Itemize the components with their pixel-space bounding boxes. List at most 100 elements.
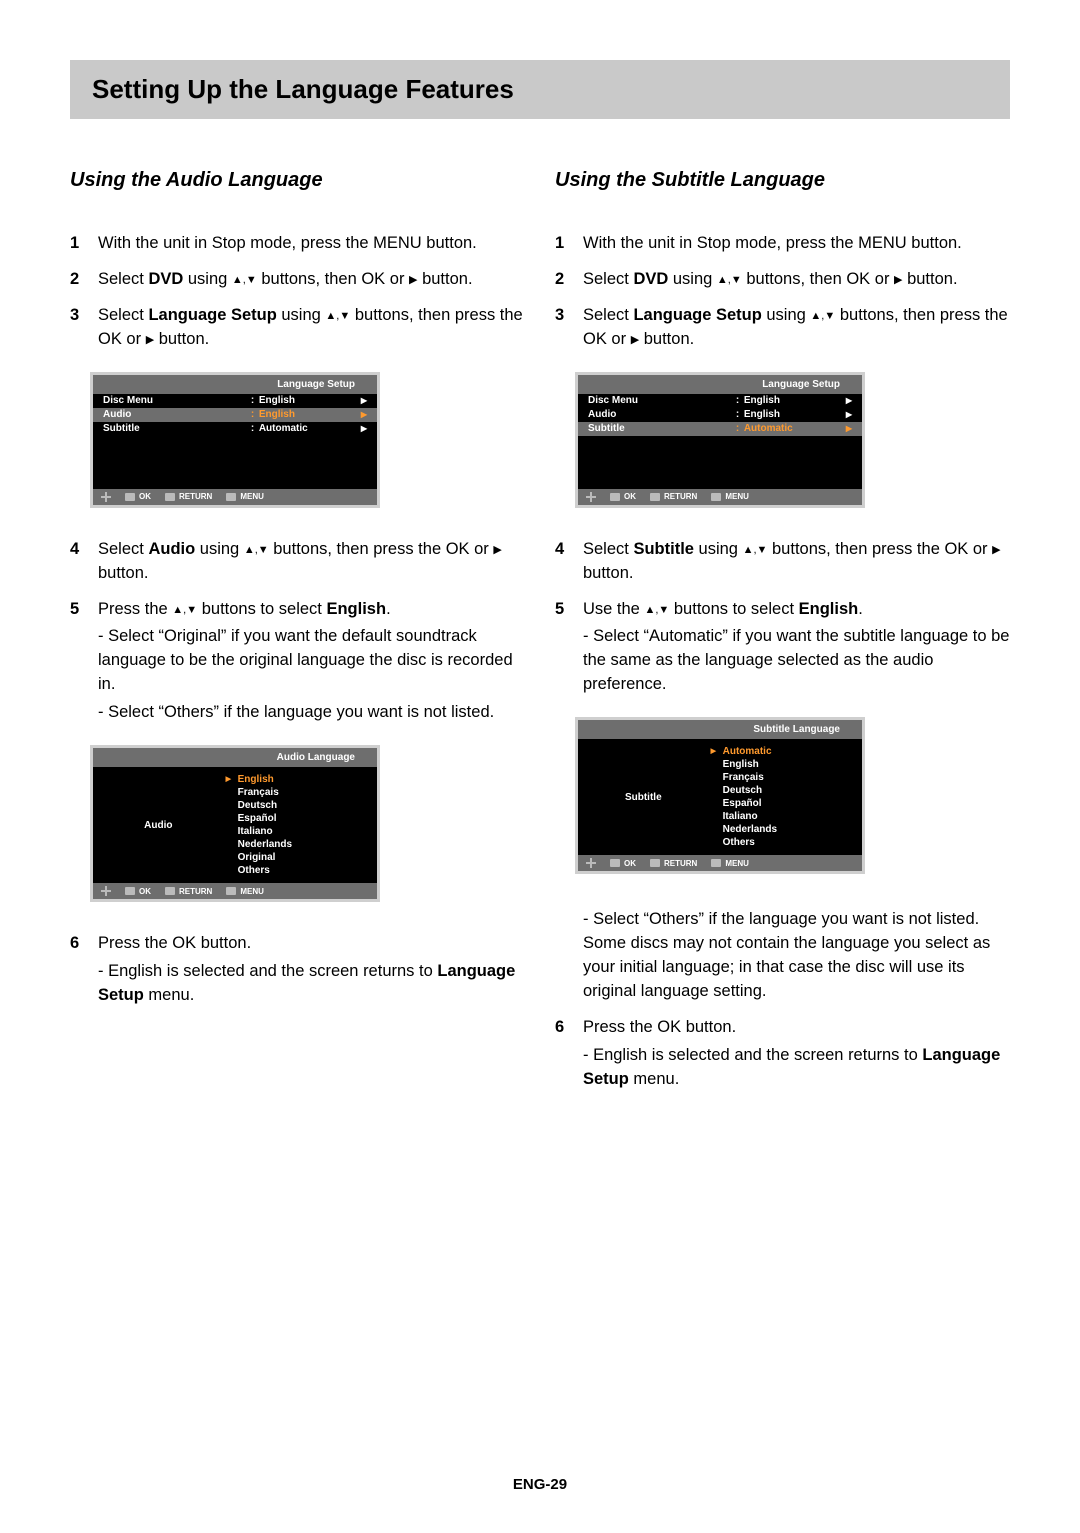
step-6: 6 Press the OK button. - English is sele… bbox=[555, 1016, 1010, 1092]
updown-icon: ▲,▼ bbox=[232, 273, 257, 289]
step-1-text: With the unit in Stop mode, press the ME… bbox=[583, 232, 1010, 256]
osd-option: Español bbox=[709, 797, 852, 810]
osd-body: Disc Menu:English▶Audio:English▶Subtitle… bbox=[578, 394, 862, 489]
nav-icon bbox=[586, 858, 596, 868]
osd-body: Disc Menu:English▶Audio:English▶Subtitle… bbox=[93, 394, 377, 489]
step-3: 3 Select Language Setup using ▲,▼ button… bbox=[555, 304, 1010, 352]
osd-row: Disc Menu:English▶ bbox=[93, 394, 377, 408]
updown-icon: ▲,▼ bbox=[717, 273, 742, 289]
osd-footer: OK RETURN MENU bbox=[93, 883, 377, 899]
osd-option: Nederlands bbox=[224, 838, 367, 851]
osd-row-label: Audio bbox=[588, 409, 736, 420]
right-icon: ▶ bbox=[146, 333, 154, 349]
return-icon bbox=[650, 493, 660, 501]
menu-icon bbox=[226, 887, 236, 895]
updown-icon: ▲,▼ bbox=[810, 309, 835, 325]
osd-row: Disc Menu:English▶ bbox=[578, 394, 862, 408]
nav-icon bbox=[101, 886, 111, 896]
right-icon: ▶ bbox=[409, 273, 417, 289]
page-title: Setting Up the Language Features bbox=[92, 74, 988, 105]
menu-icon bbox=[711, 493, 721, 501]
osd-footer: OK RETURN MENU bbox=[578, 855, 862, 871]
step-3: 3 Select Language Setup using ▲,▼ button… bbox=[70, 304, 525, 352]
osd-title: Language Setup bbox=[93, 375, 377, 394]
ok-icon bbox=[125, 493, 135, 501]
step-1: 1 With the unit in Stop mode, press the … bbox=[70, 232, 525, 256]
step-4: 4 Select Audio using ▲,▼ buttons, then p… bbox=[70, 538, 525, 586]
return-icon bbox=[650, 859, 660, 867]
osd-label: Subtitle bbox=[578, 745, 709, 849]
osd-option: Italiano bbox=[224, 825, 367, 838]
ok-icon bbox=[610, 493, 620, 501]
osd-footer: OK RETURN MENU bbox=[93, 489, 377, 505]
osd-option: Nederlands bbox=[709, 823, 852, 836]
right-icon: ▶ bbox=[355, 410, 367, 419]
step-2: 2 Select DVD using ▲,▼ buttons, then OK … bbox=[70, 268, 525, 292]
return-icon bbox=[165, 493, 175, 501]
osd-option: Français bbox=[709, 771, 852, 784]
osd-option: Français bbox=[224, 786, 367, 799]
osd-body: Audio EnglishFrançaisDeutschEspañolItali… bbox=[93, 767, 377, 883]
osd-row: Audio:English▶ bbox=[578, 408, 862, 422]
step-5-note-2: - Select “Others” if the language you wa… bbox=[98, 701, 525, 725]
osd-option: Others bbox=[709, 836, 852, 849]
nav-icon bbox=[101, 492, 111, 502]
heading-audio: Using the Audio Language bbox=[70, 169, 525, 192]
right-icon: ▶ bbox=[840, 424, 852, 433]
ok-icon bbox=[125, 887, 135, 895]
step-5: 5 Press the ▲,▼ buttons to select Englis… bbox=[70, 598, 525, 726]
column-audio: Using the Audio Language 1 With the unit… bbox=[70, 169, 525, 1104]
step-5: 5 Use the ▲,▼ buttons to select English.… bbox=[555, 598, 1010, 698]
osd-footer: OK RETURN MENU bbox=[578, 489, 862, 505]
step-5-note-2: - Select “Others” if the language you wa… bbox=[583, 908, 1010, 1004]
step-4: 4 Select Subtitle using ▲,▼ buttons, the… bbox=[555, 538, 1010, 586]
right-icon: ▶ bbox=[493, 543, 501, 559]
updown-icon: ▲,▼ bbox=[325, 309, 350, 325]
heading-subtitle: Using the Subtitle Language bbox=[555, 169, 1010, 192]
osd-body: Subtitle AutomaticEnglishFrançaisDeutsch… bbox=[578, 739, 862, 855]
page-number: ENG-29 bbox=[0, 1476, 1080, 1493]
osd-row: Subtitle:Automatic▶ bbox=[93, 422, 377, 436]
osd-row-label: Disc Menu bbox=[103, 395, 251, 406]
osd-option: English bbox=[224, 773, 367, 786]
step-2: 2 Select DVD using ▲,▼ buttons, then OK … bbox=[555, 268, 1010, 292]
osd-option: Italiano bbox=[709, 810, 852, 823]
right-icon: ▶ bbox=[840, 410, 852, 419]
osd-option: Others bbox=[224, 864, 367, 877]
right-icon: ▶ bbox=[631, 333, 639, 349]
updown-icon: ▲,▼ bbox=[644, 603, 669, 619]
osd-row-label: Subtitle bbox=[103, 423, 251, 434]
osd-label: Audio bbox=[93, 773, 224, 877]
right-icon: ▶ bbox=[355, 396, 367, 405]
right-icon: ▶ bbox=[992, 543, 1000, 559]
return-icon bbox=[165, 887, 175, 895]
step-5-note-1: - Select “Original” if you want the defa… bbox=[98, 625, 525, 697]
osd-option: Original bbox=[224, 851, 367, 864]
updown-icon: ▲,▼ bbox=[172, 603, 197, 619]
updown-icon: ▲,▼ bbox=[244, 543, 269, 559]
osd-title: Audio Language bbox=[93, 748, 377, 767]
step-5-note-1: - Select “Automatic” if you want the sub… bbox=[583, 625, 1010, 697]
osd-title: Subtitle Language bbox=[578, 720, 862, 739]
step-1: 1 With the unit in Stop mode, press the … bbox=[555, 232, 1010, 256]
osd-option: Deutsch bbox=[224, 799, 367, 812]
osd-row-value: English bbox=[259, 395, 355, 406]
osd-options: AutomaticEnglishFrançaisDeutschEspañolIt… bbox=[709, 745, 862, 849]
osd-option: Deutsch bbox=[709, 784, 852, 797]
step-6-note: - English is selected and the screen ret… bbox=[583, 1044, 1010, 1092]
osd-row-value: Automatic bbox=[259, 423, 355, 434]
osd-language-setup-audio: Language Setup Disc Menu:English▶Audio:E… bbox=[90, 372, 380, 508]
osd-row-value: English bbox=[259, 409, 355, 420]
right-icon: ▶ bbox=[840, 396, 852, 405]
osd-row-label: Disc Menu bbox=[588, 395, 736, 406]
osd-row-value: Automatic bbox=[744, 423, 840, 434]
right-icon: ▶ bbox=[894, 273, 902, 289]
osd-row-value: English bbox=[744, 395, 840, 406]
step-6: 6 Press the OK button. - English is sele… bbox=[70, 932, 525, 1008]
osd-subtitle-language: Subtitle Language Subtitle AutomaticEngl… bbox=[575, 717, 865, 874]
column-subtitle: Using the Subtitle Language 1 With the u… bbox=[555, 169, 1010, 1104]
ok-icon bbox=[610, 859, 620, 867]
step-6-note: - English is selected and the screen ret… bbox=[98, 960, 525, 1008]
osd-title: Language Setup bbox=[578, 375, 862, 394]
osd-language-setup-subtitle: Language Setup Disc Menu:English▶Audio:E… bbox=[575, 372, 865, 508]
